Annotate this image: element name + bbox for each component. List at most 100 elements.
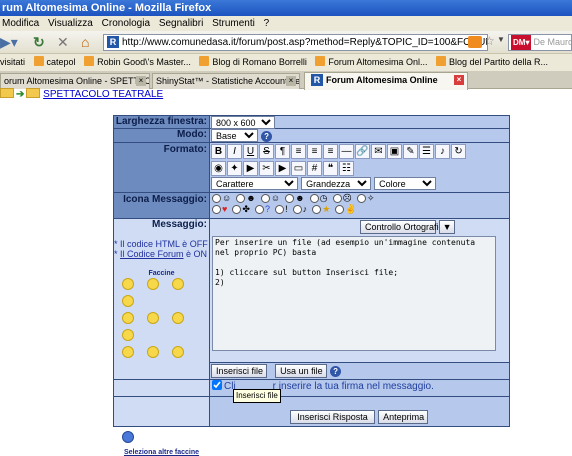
smiley-icon[interactable] — [122, 346, 134, 358]
globe-icon[interactable]: ◉ — [211, 161, 226, 176]
icon-radio[interactable] — [236, 194, 246, 203]
menu-segnalibri[interactable]: Segnalibri — [159, 18, 203, 29]
icon-radio[interactable] — [275, 205, 285, 215]
icon-radio[interactable] — [232, 205, 242, 215]
menu-strumenti[interactable]: Strumenti — [212, 18, 255, 29]
smiley-icon[interactable] — [147, 312, 159, 324]
flash-icon[interactable]: ✦ — [227, 161, 242, 176]
video-icon[interactable]: ▶ — [243, 161, 258, 176]
music-icon[interactable]: ♪ — [435, 144, 450, 159]
icon-radio[interactable] — [212, 194, 221, 203]
preview-button[interactable]: Anteprima — [378, 410, 429, 424]
attach-icon[interactable]: ✂ — [259, 161, 274, 176]
forward-icon[interactable]: ▶▾ — [0, 31, 20, 54]
close-icon[interactable]: × — [136, 76, 146, 86]
edit-icon[interactable]: ✎ — [403, 144, 418, 159]
signature-checkbox[interactable] — [212, 380, 222, 390]
smiley-icon[interactable] — [147, 278, 159, 290]
smiley-icon[interactable] — [172, 278, 184, 290]
smiley-icon[interactable] — [147, 346, 159, 358]
smiley-icon[interactable] — [122, 295, 134, 307]
smiley-icon[interactable] — [122, 329, 134, 341]
stop-icon[interactable]: ✕ — [57, 31, 69, 54]
menu-help[interactable]: ? — [264, 18, 270, 29]
help-icon[interactable]: ? — [330, 366, 342, 377]
live-bookmark-icon — [199, 56, 210, 66]
spellcheck-dropdown[interactable]: ▼ — [439, 220, 456, 234]
tab-forum-active[interactable]: R Forum Altomesima Online × — [304, 72, 468, 90]
reload-icon[interactable]: ↻ — [33, 31, 45, 54]
home-icon[interactable]: ⌂ — [81, 31, 89, 54]
close-icon[interactable]: × — [286, 76, 296, 86]
smiley-icon[interactable] — [172, 312, 184, 324]
use-file-button[interactable]: Usa un file — [275, 364, 328, 378]
horizontal-rule-icon[interactable]: — — [339, 144, 354, 159]
smiley-icon[interactable] — [122, 312, 134, 324]
smiley-icon[interactable] — [122, 278, 134, 290]
bookmark-item[interactable]: Blog del Partito della R... — [435, 54, 548, 71]
bookmark-star-icon[interactable]: ☆ — [484, 34, 495, 48]
more-smilies-icon[interactable] — [122, 431, 134, 443]
align-center-icon[interactable]: ≡ — [307, 144, 322, 159]
forum-code-note: * Il Codice Forum è ON — [114, 249, 208, 259]
italic-icon[interactable]: I — [227, 144, 242, 159]
spellcheck-button[interactable]: Controllo Ortografico — [360, 220, 448, 234]
forum-code-link[interactable]: Il Codice Forum — [120, 249, 184, 259]
rss-feed-icon[interactable] — [468, 36, 482, 48]
bookmark-item[interactable]: Forum Altomesima Onl... — [315, 54, 427, 71]
email-icon[interactable]: ✉ — [371, 144, 386, 159]
strikethrough-icon[interactable]: S — [259, 144, 274, 159]
paragraph-icon[interactable]: ¶ — [275, 144, 290, 159]
icon-radio[interactable] — [255, 205, 265, 215]
chevron-down-icon[interactable]: ▼ — [497, 35, 505, 44]
icon-radio[interactable] — [357, 194, 366, 203]
bookmark-item[interactable]: visitati — [0, 54, 25, 71]
bold-icon[interactable]: B — [211, 144, 226, 159]
heart-icon: ♥ — [222, 204, 228, 215]
window-icon[interactable]: ▭ — [291, 161, 306, 176]
icon-radio[interactable] — [312, 205, 322, 215]
size-select[interactable]: Grandezza — [301, 177, 372, 190]
submit-reply-button[interactable]: Inserisci Risposta — [290, 410, 375, 424]
bookmark-item[interactable]: catepol — [33, 54, 76, 71]
bookmark-item[interactable]: Blog di Romano Borrelli — [199, 54, 307, 71]
image-icon[interactable]: ▣ — [387, 144, 402, 159]
message-textarea[interactable]: Per inserire un file (ad esempio un'imma… — [212, 236, 496, 351]
breadcrumb-topic-link[interactable]: SPETTACOLO TEATRALE — [43, 89, 163, 100]
url-bar[interactable]: Rhttp://www.comunedasa.it/forum/post.asp… — [103, 34, 488, 51]
align-left-icon[interactable]: ≡ — [291, 144, 306, 159]
icon-radio[interactable] — [260, 194, 270, 203]
link-icon[interactable]: 🔗 — [355, 144, 370, 159]
font-select[interactable]: Carattere — [211, 177, 298, 190]
icon-radio[interactable] — [309, 194, 319, 203]
color-select[interactable]: Colore — [374, 177, 437, 190]
underline-icon[interactable]: U — [243, 144, 258, 159]
icon-radio[interactable] — [332, 194, 342, 203]
list-icon[interactable]: ☰ — [419, 144, 434, 159]
window-width-select[interactable]: 800 x 600 — [211, 116, 275, 129]
close-icon[interactable]: × — [454, 75, 464, 85]
help-icon[interactable]: ? — [261, 131, 273, 142]
hash-code-icon[interactable]: # — [307, 161, 322, 176]
icon-radio[interactable] — [212, 205, 221, 215]
tab-shinystat[interactable]: ShinyStat™ - Statistiche Account peppi..… — [152, 73, 300, 89]
mode-select[interactable]: Base — [211, 129, 258, 142]
smiley-icon[interactable] — [172, 346, 184, 358]
refresh-icon[interactable]: ↻ — [451, 144, 466, 159]
insert-file-button[interactable]: Inserisci file — [211, 364, 267, 378]
icon-radio[interactable] — [335, 205, 345, 215]
align-right-icon[interactable]: ≡ — [323, 144, 338, 159]
youtube-icon[interactable]: ▶ — [275, 161, 290, 176]
icon-radio[interactable] — [292, 205, 302, 215]
menu-modifica[interactable]: Modifica — [2, 18, 39, 29]
search-engine-icon[interactable]: DM▾ — [511, 35, 532, 50]
menu-visualizza[interactable]: Visualizza — [48, 18, 93, 29]
quote-icon[interactable]: ❝ — [323, 161, 338, 176]
bookmark-item[interactable]: Robin Good\'s Master... — [84, 54, 191, 71]
bulleted-list-icon[interactable]: ☷ — [339, 161, 354, 176]
menu-cronologia[interactable]: Cronologia — [102, 18, 150, 29]
more-smilies-link[interactable]: Seleziona altre faccine — [124, 449, 199, 456]
search-input[interactable]: DM▾ De Mauro — [508, 34, 572, 51]
icon-radio[interactable] — [285, 194, 295, 203]
tab-forum-spettacolo[interactable]: orum Altomesima Online - SPETTACOL...× — [0, 73, 150, 89]
